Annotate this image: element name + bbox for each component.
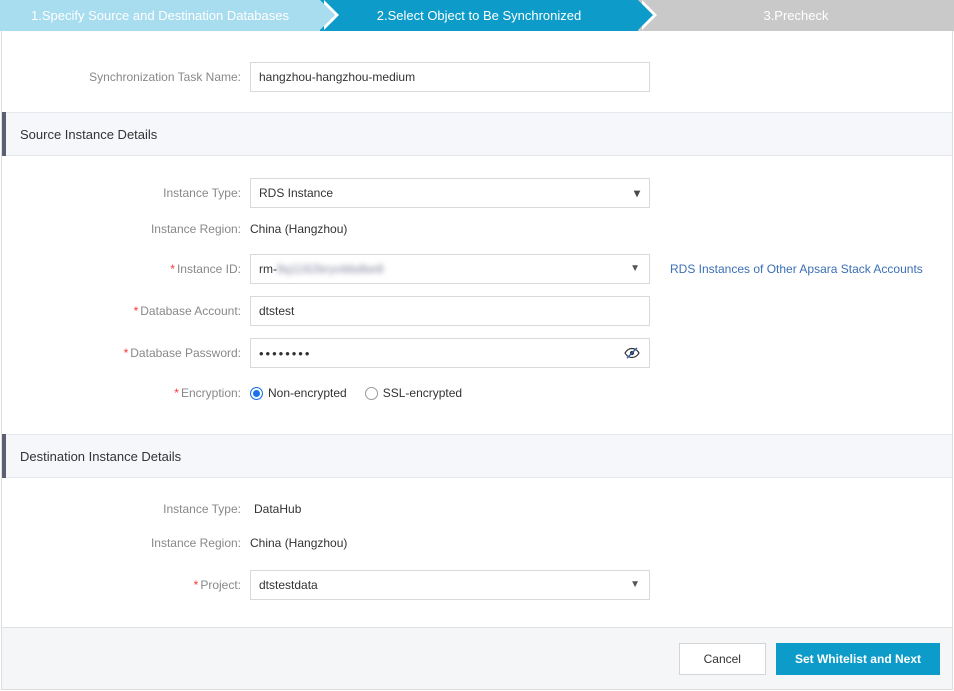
required-asterisk: *: [174, 386, 179, 400]
task-name-label: Synchronization Task Name:: [89, 70, 241, 84]
destination-instance-region-value: China (Hangzhou): [250, 536, 348, 550]
source-database-password-input[interactable]: ••••••••: [250, 338, 650, 368]
destination-instance-region-row: Instance Region: China (Hangzhou): [2, 526, 952, 560]
source-instance-id-label-text: Instance ID:: [176, 262, 241, 276]
wizard-step-3[interactable]: 3.Precheck: [638, 0, 954, 31]
task-name-input[interactable]: hangzhou-hangzhou-medium: [250, 62, 650, 92]
destination-section-header: Destination Instance Details: [2, 434, 952, 478]
source-database-account-input[interactable]: dtstest: [250, 296, 650, 326]
destination-project-row: * Project: dtstestdata ▼: [2, 566, 952, 604]
source-database-account-row: * Database Account: dtstest: [2, 292, 952, 330]
source-section-header: Source Instance Details: [2, 112, 952, 156]
wizard-panel: Synchronization Task Name: hangzhou-hang…: [1, 31, 953, 690]
wizard-step-bar: 1.Specify Source and Destination Databas…: [0, 0, 954, 31]
destination-project-select[interactable]: dtstestdata ▼: [250, 570, 650, 600]
cancel-button[interactable]: Cancel: [678, 642, 766, 675]
source-section-title: Source Instance Details: [20, 126, 158, 142]
wizard-step-1[interactable]: 1.Specify Source and Destination Databas…: [0, 0, 339, 31]
source-instance-region-label: Instance Region:: [150, 222, 241, 236]
destination-project-label-text: Project:: [200, 578, 241, 592]
step-2-arrow-icon: [638, 0, 653, 30]
chevron-down-icon: ▾: [633, 186, 640, 200]
source-encryption-label: * Encryption:: [18, 386, 250, 400]
radio-non-encrypted[interactable]: Non-encrypted: [250, 386, 347, 400]
radio-ssl-encrypted-indicator: [364, 386, 378, 400]
wizard-form: Synchronization Task Name: hangzhou-hang…: [2, 31, 952, 627]
radio-non-encrypted-indicator: [250, 386, 263, 400]
source-encryption-row: * Encryption: Non-encrypted SSL-encrypted: [2, 376, 952, 410]
source-instance-region-value: China (Hangzhou): [250, 222, 348, 236]
required-asterisk: *: [170, 262, 175, 276]
source-instance-id-select[interactable]: rm- 9q1162bryvbbdbe8 ▼: [250, 254, 650, 284]
wizard-step-1-label: 1.Specify Source and Destination Databas…: [31, 8, 289, 23]
encryption-radio-group: Non-encrypted SSL-encrypted: [250, 386, 480, 400]
required-asterisk: *: [133, 304, 139, 318]
destination-instance-type-value: DataHub: [254, 502, 302, 516]
destination-section-title: Destination Instance Details: [20, 448, 182, 464]
source-encryption-label-text: Encryption:: [180, 386, 241, 400]
required-asterisk: *: [123, 346, 129, 360]
destination-instance-region-label: Instance Region:: [150, 536, 241, 550]
source-database-password-value: ••••••••: [259, 345, 312, 361]
other-accounts-link[interactable]: RDS Instances of Other Apsara Stack Acco…: [670, 262, 923, 276]
source-instance-id-value: rm-: [259, 262, 277, 276]
source-instance-region-row: Instance Region: China (Hangzhou): [2, 212, 952, 246]
required-asterisk: *: [193, 578, 199, 592]
wizard-step-3-label: 3.Precheck: [763, 8, 829, 23]
set-whitelist-and-next-button[interactable]: Set Whitelist and Next: [775, 642, 940, 675]
wizard-footer: Cancel Set Whitelist and Next: [2, 627, 952, 689]
destination-project-value: dtstestdata: [259, 578, 318, 592]
source-instance-type-label: Instance Type:: [163, 186, 241, 200]
source-database-password-label: * Database Password:: [18, 346, 250, 360]
step-1-arrow-icon: [320, 0, 335, 30]
source-database-password-label-text: Database Password:: [130, 346, 241, 360]
task-name-value: hangzhou-hangzhou-medium: [259, 70, 416, 84]
radio-ssl-encrypted-label: SSL-encrypted: [382, 386, 463, 400]
source-instance-type-select[interactable]: RDS Instance ▾: [250, 178, 650, 208]
source-database-password-row: * Database Password: ••••••••: [2, 334, 952, 372]
source-instance-id-row: * Instance ID: rm- 9q1162bryvbbdbe8 ▼ RDS …: [2, 250, 952, 288]
destination-project-label: * Project:: [18, 578, 250, 592]
wizard-step-2-label: 2.Select Object to Be Synchronized: [376, 8, 582, 23]
chevron-down-icon: ▼: [630, 579, 640, 590]
source-database-account-label-text: Database Account:: [140, 304, 241, 318]
source-database-account-value: dtstest: [259, 304, 295, 318]
wizard-step-2[interactable]: 2.Select Object to Be Synchronized: [320, 0, 657, 31]
eye-slash-icon[interactable]: [623, 345, 641, 361]
destination-instance-type-label: Instance Type:: [163, 502, 241, 516]
source-instance-id-label: * Instance ID:: [18, 262, 250, 276]
source-database-account-label: * Database Account:: [18, 304, 250, 318]
radio-non-encrypted-label: Non-encrypted: [268, 386, 347, 400]
source-instance-id-value-redacted: 9q1162bryvbbdbe8: [277, 262, 384, 276]
source-instance-type-value: RDS Instance: [259, 186, 334, 200]
task-name-row: Synchronization Task Name: hangzhou-hang…: [2, 54, 952, 100]
radio-ssl-encrypted[interactable]: SSL-encrypted: [364, 386, 463, 400]
destination-instance-type-row: Instance Type: DataHub: [2, 492, 952, 526]
chevron-down-icon: ▼: [630, 263, 640, 274]
source-instance-type-row: Instance Type: RDS Instance ▾: [2, 174, 952, 212]
